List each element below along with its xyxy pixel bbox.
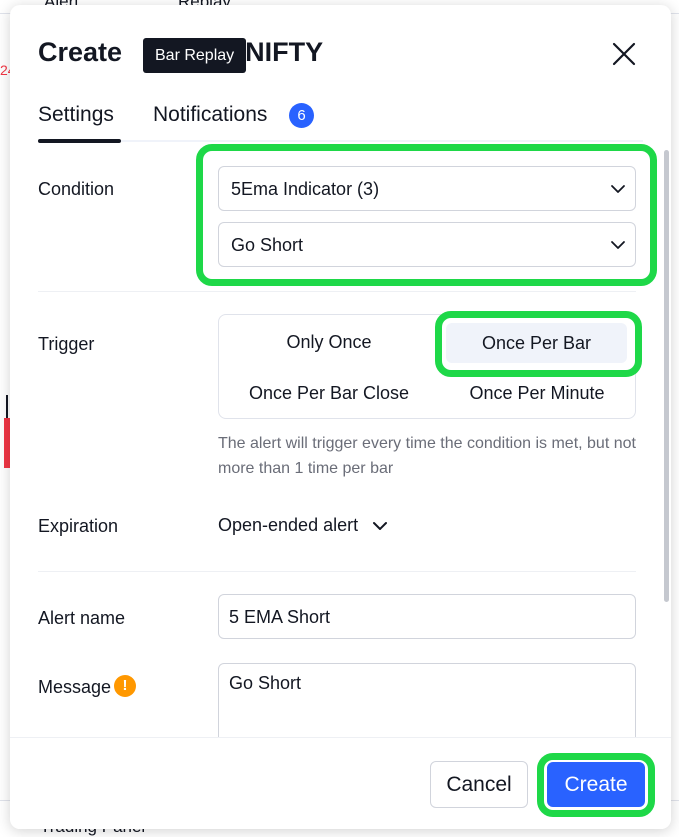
tab-settings[interactable]: Settings [38,103,114,127]
trigger-options: Only Once Once Per Bar Once Per Bar Clos… [218,314,636,419]
trigger-option-once-per-bar-close[interactable]: Once Per Bar Close [219,383,439,404]
create-button[interactable]: Create [547,762,645,807]
cancel-button[interactable]: Cancel [430,761,528,808]
warning-icon[interactable]: ! [114,675,136,697]
create-alert-dialog: Create NIFTY Settings Notifications 6 Co… [10,5,671,829]
expiration-dropdown[interactable]: Open-ended alert [218,515,389,536]
chevron-down-icon [373,522,388,531]
chevron-down-icon [611,185,625,193]
alert-name-label: Alert name [38,608,126,628]
trigger-label: Trigger [38,334,95,354]
tab-notifications[interactable]: Notifications [153,103,267,127]
alert-name-input[interactable]: 5 EMA Short [218,594,636,639]
trigger-hint: The alert will trigger every time the co… [218,435,636,477]
dialog-footer: Cancel Create [10,737,671,829]
expiration-label: Expiration [38,516,119,536]
trigger-option-once-per-bar[interactable]: Once Per Bar [446,323,627,363]
background-right-edge [670,14,679,837]
trigger-option-only-once[interactable]: Only Once [219,332,439,353]
tab-rule [38,140,643,142]
condition-indicator-select[interactable]: 5Ema Indicator (3) [218,166,636,211]
message-label: Message [38,677,112,697]
condition-signal-select[interactable]: Go Short [218,222,636,267]
chevron-down-icon [611,241,625,249]
condition-indicator-value: 5Ema Indicator (3) [231,179,380,199]
trigger-option-once-per-minute[interactable]: Once Per Minute [439,383,635,404]
bar-replay-tooltip: Bar Replay [143,38,247,73]
condition-label: Condition [38,179,115,199]
notifications-count-badge: 6 [289,103,314,128]
dialog-title-start: Create [38,37,123,67]
expiration-value: Open-ended alert [218,515,359,535]
divider [38,291,636,292]
dialog-scrollbar[interactable] [664,150,669,602]
close-icon [612,42,636,66]
condition-signal-value: Go Short [231,235,304,255]
dialog-title-symbol: NIFTY [245,37,324,67]
divider [38,571,636,572]
active-tab-indicator [38,139,121,143]
close-button[interactable] [608,38,640,70]
dialog-tabs: Settings Notifications 6 [38,103,643,143]
